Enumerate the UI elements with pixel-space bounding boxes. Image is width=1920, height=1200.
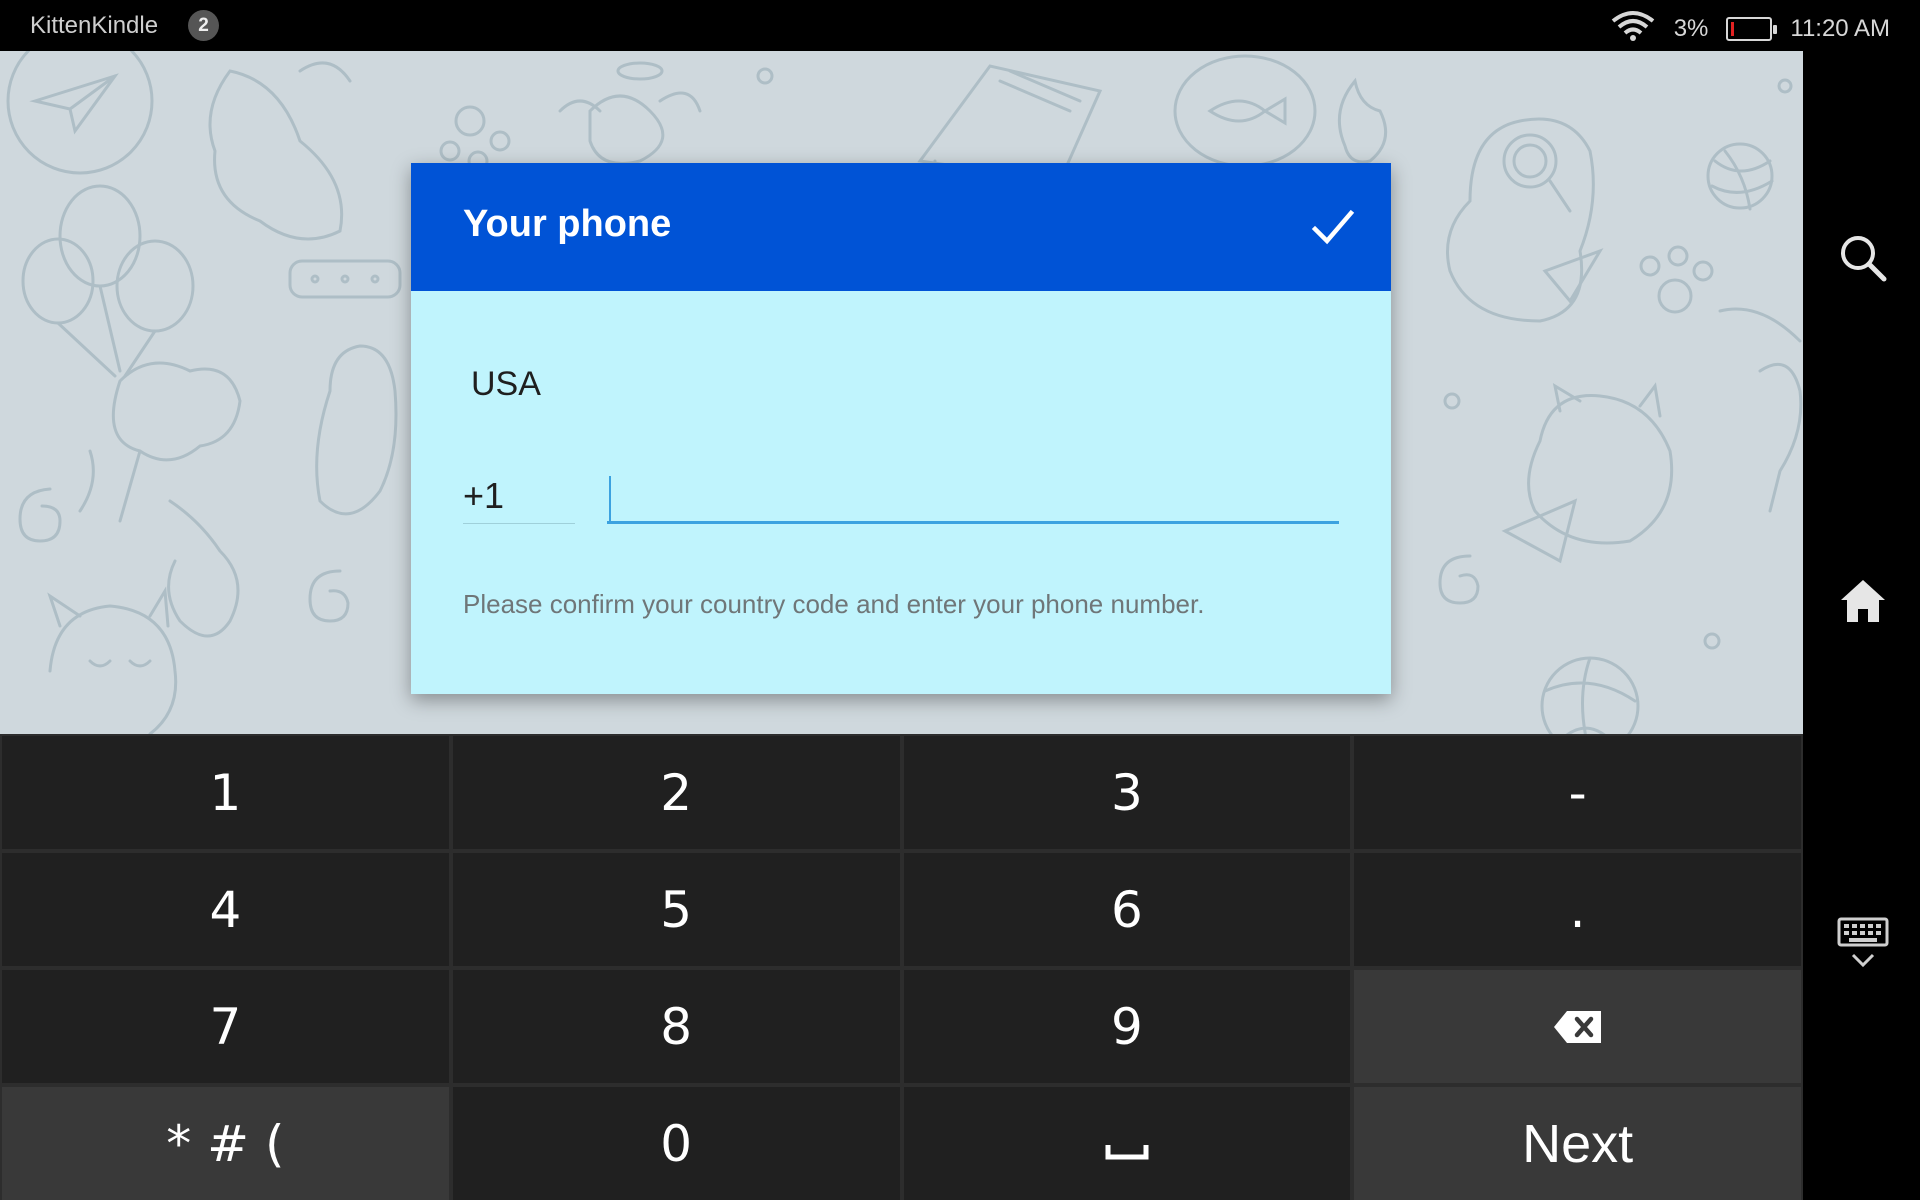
status-indicators: 3% 11:20 AM xyxy=(1610,9,1890,48)
notification-badge: 2 xyxy=(188,10,219,41)
key-5[interactable]: 5 xyxy=(452,853,900,966)
symbols-key[interactable]: * # ( xyxy=(2,1087,449,1200)
key-4[interactable]: 4 xyxy=(2,853,449,966)
battery-level-fill xyxy=(1731,21,1735,36)
checkmark-icon[interactable] xyxy=(1311,207,1355,247)
country-code-field[interactable] xyxy=(463,468,575,524)
hint-text: Please confirm your country code and ent… xyxy=(463,589,1205,619)
backspace-icon xyxy=(1553,998,1603,1056)
phone-dialog: Your phone USA Please confirm your count… xyxy=(411,163,1391,694)
key-dash[interactable]: - xyxy=(1354,736,1801,849)
keyboard-hide-icon[interactable] xyxy=(1836,909,1890,981)
next-key[interactable]: Next xyxy=(1354,1087,1801,1200)
status-app-name: KittenKindle xyxy=(30,12,159,39)
navigation-bar xyxy=(1803,51,1920,1200)
phone-number-input[interactable] xyxy=(607,468,1339,521)
space-icon xyxy=(1105,1115,1149,1173)
numeric-keyboard: 1 2 3 - 4 5 6 . 7 8 9 * # ( 0 Next xyxy=(0,734,1803,1200)
clock: 11:20 AM xyxy=(1790,14,1890,42)
battery-percent: 3% xyxy=(1673,14,1709,42)
battery-icon xyxy=(1726,16,1778,41)
search-icon[interactable] xyxy=(1836,231,1890,285)
space-key[interactable] xyxy=(903,1087,1351,1200)
status-bar: KittenKindle 2 3% 11:20 AM xyxy=(0,0,1920,51)
key-8[interactable]: 8 xyxy=(452,970,900,1083)
key-period[interactable]: . xyxy=(1354,853,1801,966)
dialog-title: Your phone xyxy=(463,203,672,245)
key-3[interactable]: 3 xyxy=(903,736,1351,849)
backspace-key[interactable] xyxy=(1354,970,1801,1083)
country-code-input[interactable] xyxy=(463,468,575,523)
key-7[interactable]: 7 xyxy=(2,970,449,1083)
key-0[interactable]: 0 xyxy=(452,1087,900,1200)
home-icon[interactable] xyxy=(1836,574,1890,628)
key-9[interactable]: 9 xyxy=(903,970,1351,1083)
dialog-header: Your phone xyxy=(411,163,1391,291)
key-1[interactable]: 1 xyxy=(2,736,449,849)
wifi-icon xyxy=(1610,9,1656,48)
key-6[interactable]: 6 xyxy=(903,853,1351,966)
phone-number-field[interactable] xyxy=(607,468,1339,524)
key-2[interactable]: 2 xyxy=(452,736,900,849)
text-cursor xyxy=(609,476,611,522)
country-select[interactable]: USA xyxy=(471,365,541,404)
